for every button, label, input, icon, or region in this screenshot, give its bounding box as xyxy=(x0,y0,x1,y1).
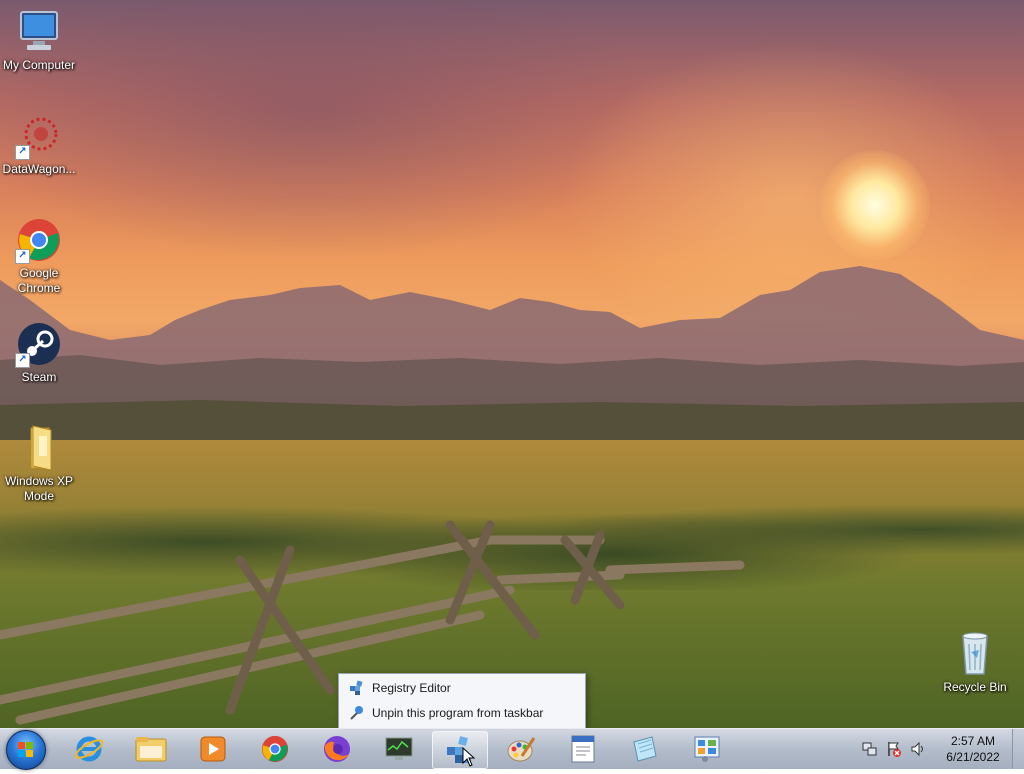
taskbar-button-control-panel[interactable] xyxy=(680,731,734,767)
recycle-bin-icon xyxy=(951,630,999,678)
chrome-icon: ↗ xyxy=(15,216,63,264)
firefox-icon xyxy=(324,736,350,762)
desktop-icon-label: DataWagon... xyxy=(2,162,76,176)
clock-time: 2:57 AM xyxy=(950,734,996,748)
unpin-icon xyxy=(349,705,365,721)
wordpad-icon xyxy=(571,735,595,763)
folder-icon xyxy=(15,424,63,472)
desktop-icon-steam[interactable]: ↗ Steam xyxy=(0,320,78,385)
taskbar-jump-list: Registry Editor Unpin this program from … xyxy=(338,673,586,729)
desktop-icon-label: Windows XP Mode xyxy=(4,474,74,503)
notepad-icon xyxy=(633,736,657,762)
taskbar-button-firefox[interactable] xyxy=(310,731,364,767)
jump-list-item-label: Unpin this program from taskbar xyxy=(372,705,544,720)
taskbar-button-system-monitor[interactable] xyxy=(372,731,426,767)
shortcut-arrow-icon: ↗ xyxy=(15,353,30,368)
datawagon-icon: ↗ xyxy=(15,112,63,160)
action-center-icon[interactable] xyxy=(886,741,902,757)
taskbar-button-media-player[interactable] xyxy=(186,731,240,767)
jump-list-item-unpin[interactable]: Unpin this program from taskbar xyxy=(341,701,583,724)
shortcut-arrow-icon: ↗ xyxy=(15,249,30,264)
shortcut-arrow-icon: ↗ xyxy=(15,145,30,160)
jump-list-item-registry-editor[interactable]: Registry Editor xyxy=(341,676,583,699)
taskbar: 2:57 AM 6/21/2022 xyxy=(0,728,1024,770)
taskbar-button-paint[interactable] xyxy=(494,731,548,767)
desktop-icon-windows-xp-mode[interactable]: Windows XP Mode xyxy=(0,424,78,504)
registry-editor-icon xyxy=(349,680,365,696)
mouse-cursor-icon xyxy=(462,747,476,767)
taskbar-button-registry-editor[interactable] xyxy=(432,731,488,769)
steam-icon: ↗ xyxy=(15,320,63,368)
internet-explorer-icon xyxy=(74,736,104,762)
taskbar-button-google-chrome[interactable] xyxy=(248,731,302,767)
chrome-icon xyxy=(261,735,289,763)
network-icon[interactable] xyxy=(862,741,878,757)
desktop-icon-datawagon[interactable]: ↗ DataWagon... xyxy=(0,112,78,177)
desktop-icon-google-chrome[interactable]: ↗ Google Chrome xyxy=(0,216,78,296)
windows-logo-icon xyxy=(18,742,33,757)
desktop-icon-label: Google Chrome xyxy=(17,266,61,295)
clock[interactable]: 2:57 AM 6/21/2022 xyxy=(940,733,1006,765)
desktop-icon-recycle-bin[interactable]: Recycle Bin xyxy=(936,630,1014,695)
taskbar-button-windows-explorer[interactable] xyxy=(124,731,178,767)
system-monitor-icon xyxy=(385,737,413,760)
mountains xyxy=(0,266,1024,460)
taskbar-button-notepad[interactable] xyxy=(618,731,672,767)
desktop-icon-label: Recycle Bin xyxy=(943,680,1007,694)
show-desktop-button[interactable] xyxy=(1012,729,1024,769)
jump-list-item-label: Registry Editor xyxy=(372,680,451,695)
desktop-wallpaper: My Computer ↗ DataWagon... ↗ Google Chro… xyxy=(0,0,1024,728)
my-computer-icon xyxy=(15,8,63,56)
paint-icon xyxy=(507,737,536,762)
system-tray xyxy=(862,735,934,763)
start-button[interactable] xyxy=(6,730,46,770)
desktop-icon-label: Steam xyxy=(21,370,57,384)
taskbar-button-internet-explorer[interactable] xyxy=(62,731,116,767)
clock-date: 6/21/2022 xyxy=(946,750,1000,764)
desktop-icon-label: My Computer xyxy=(2,58,76,72)
volume-icon[interactable] xyxy=(910,741,926,757)
desktop-icon-my-computer[interactable]: My Computer xyxy=(0,8,78,73)
taskbar-button-wordpad[interactable] xyxy=(556,731,610,767)
control-panel-icon xyxy=(694,736,720,762)
windows-explorer-icon xyxy=(135,737,167,762)
media-player-icon xyxy=(200,736,226,762)
